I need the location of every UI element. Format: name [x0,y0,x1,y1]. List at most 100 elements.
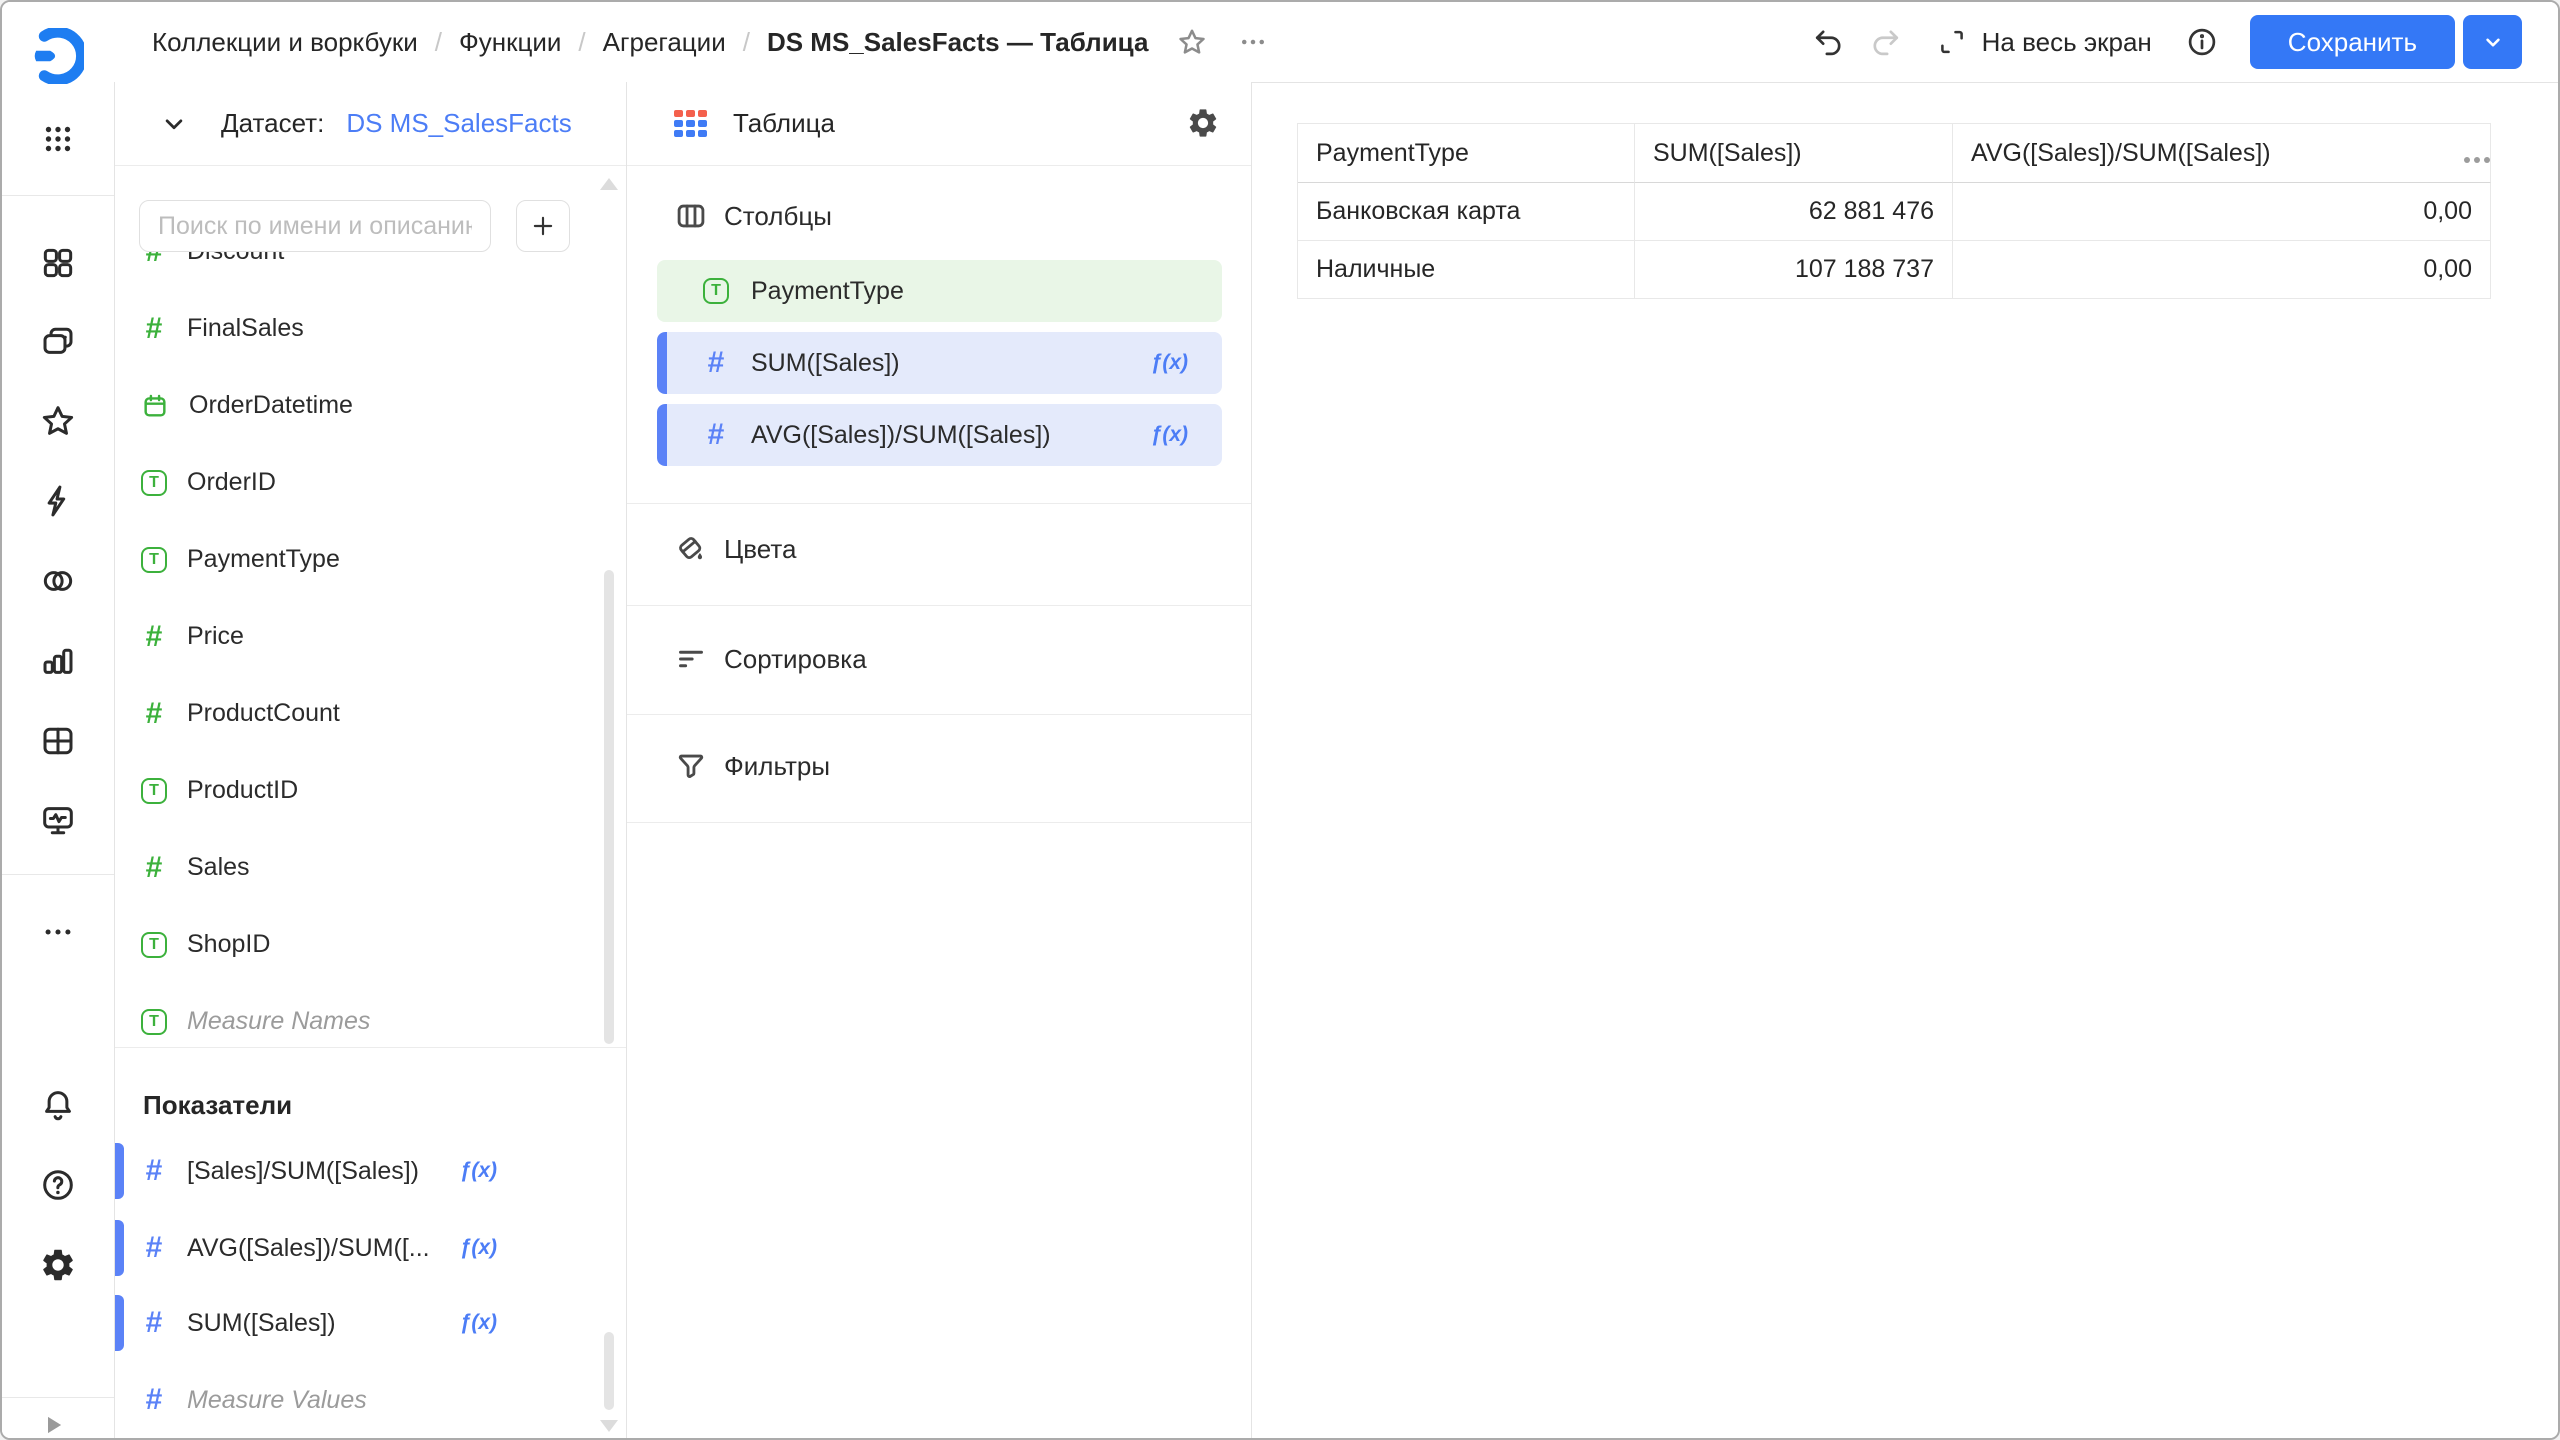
datalens-logo[interactable] [28,28,84,84]
measure-row[interactable]: # [Sales]/SUM([Sales]) ƒ(x) [115,1139,595,1203]
field-row[interactable]: T PaymentType [115,521,595,598]
formula-icon[interactable]: ƒ(x) [460,1159,497,1183]
table-cell: Наличные [1298,241,1635,299]
breadcrumb-collections[interactable]: Коллекции и воркбуки [152,27,418,58]
sort-lines-icon [674,642,708,676]
colors-section-label: Цвета [724,534,796,565]
measure-accent-bar [115,1295,124,1351]
field-row[interactable]: T OrderID [115,444,595,521]
collections-folders-icon[interactable] [37,320,79,362]
measure-row[interactable]: # AVG([Sales])/SUM([... ƒ(x) [115,1216,595,1280]
dimensions-scrollbar-thumb[interactable] [604,570,614,1044]
save-menu-chevron-down-icon[interactable] [2463,15,2522,69]
dataset-collapse-chevron-down-icon[interactable] [159,109,189,139]
number-field-icon: # [139,312,169,346]
filters-section[interactable]: Фильтры [627,738,1252,794]
column-chip-measure[interactable]: # SUM([Sales]) ƒ(x) [657,332,1222,394]
breadcrumb-functions[interactable]: Функции [459,27,561,58]
number-field-icon: # [139,252,169,269]
columns-section[interactable]: Столбцы [627,188,1252,244]
charts-bar-icon[interactable] [37,640,79,682]
field-row[interactable]: # Sales [115,829,595,906]
chart-preview-area: PaymentType SUM([Sales]) AVG([Sales])/SU… [1253,83,2558,1438]
formula-icon[interactable]: ƒ(x) [460,1311,497,1335]
visualization-settings-gear-icon[interactable] [1186,106,1220,140]
fields-scroll-down-arrow[interactable] [600,1420,618,1432]
fields-scroll-up-arrow[interactable] [600,178,618,190]
help-question-icon[interactable] [37,1164,79,1206]
visualization-type-label[interactable]: Таблица [733,108,835,139]
top-bar: Коллекции и воркбуки / Функции / Агрегац… [115,2,2558,83]
measure-row[interactable]: # Measure Values [115,1368,595,1432]
undo-icon[interactable] [1806,20,1850,64]
field-search-input[interactable] [139,200,491,252]
apps-grid-icon[interactable] [37,118,79,160]
table-cell: 0,00 [1953,241,2491,299]
dataset-name-link[interactable]: DS MS_SalesFacts [346,108,571,139]
text-field-icon: T [141,932,167,958]
measure-row[interactable]: # SUM([Sales]) ƒ(x) [115,1291,595,1355]
dataset-panel-header: Датасет: DS MS_SalesFacts [115,82,627,166]
table-cell: 62 881 476 [1635,183,1953,241]
save-button[interactable]: Сохранить [2250,15,2455,69]
text-field-icon: T [141,1009,167,1035]
field-row[interactable]: # ProductCount [115,675,595,752]
formula-icon[interactable]: ƒ(x) [1151,351,1188,375]
text-field-icon: T [141,470,167,496]
field-row[interactable]: # Price [115,598,595,675]
formula-icon[interactable]: ƒ(x) [460,1236,497,1260]
table-header-cell[interactable]: PaymentType [1298,124,1635,183]
dataset-panel: Датасет: DS MS_SalesFacts # Discount # F… [115,82,627,1438]
redo-icon[interactable] [1864,20,1908,64]
filters-section-label: Фильтры [724,751,830,782]
favorite-star-icon[interactable] [1176,26,1208,58]
field-row[interactable]: T Measure Names [115,983,595,1047]
column-chip-dimension[interactable]: T PaymentType [657,260,1222,322]
expand-sidebar-play-icon[interactable] [32,1404,74,1440]
table-header-cell[interactable]: SUM([Sales]) [1635,124,1953,183]
table-header-cell[interactable]: AVG([Sales])/SUM([Sales]) [1953,124,2491,183]
field-row[interactable]: T ProductID [115,752,595,829]
breadcrumb-aggregations[interactable]: Агрегации [603,27,726,58]
table-cell: 0,00 [1953,183,2491,241]
app-window: Коллекции и воркбуки / Функции / Агрегац… [0,0,2560,1440]
measures-scrollbar-thumb[interactable] [604,1332,614,1410]
date-field-icon [141,392,169,420]
breadcrumb-more-ellipsis-icon[interactable] [1238,27,1268,57]
field-row[interactable]: # FinalSales [115,290,595,367]
info-icon[interactable] [2180,20,2224,64]
fullscreen-expand-icon[interactable] [1930,20,1974,64]
more-ellipsis-icon[interactable] [37,911,79,953]
connections-circles-icon[interactable] [37,560,79,602]
column-chip-measure[interactable]: # AVG([Sales])/SUM([Sales]) ƒ(x) [657,404,1222,466]
number-field-icon: # [139,697,169,731]
number-field-icon: # [701,346,731,380]
filter-funnel-icon [674,749,708,783]
field-row[interactable]: # Discount [115,252,595,290]
monitoring-display-icon[interactable] [37,800,79,842]
notifications-bell-icon[interactable] [37,1084,79,1126]
visualization-header: Таблица [627,82,1252,166]
colors-section[interactable]: Цвета [627,521,1252,577]
measure-accent-bar [657,404,667,466]
table-widget-icon[interactable] [674,110,707,137]
settings-gear-icon[interactable] [37,1244,79,1286]
number-field-icon: # [139,1231,169,1265]
text-field-icon: T [703,278,729,304]
text-field-icon: T [141,547,167,573]
breadcrumb-separator: / [743,27,750,58]
table-actions-ellipsis-icon[interactable] [2464,157,2490,163]
fullscreen-button[interactable]: На весь экран [1982,27,2152,58]
sorting-section[interactable]: Сортировка [627,631,1252,687]
number-field-icon: # [139,1383,169,1417]
field-row[interactable]: OrderDatetime [115,367,595,444]
queries-lightning-icon[interactable] [37,480,79,522]
favorites-star-icon[interactable] [37,400,79,442]
field-row[interactable]: T ShopID [115,906,595,983]
tables-grid-icon[interactable] [37,720,79,762]
workbooks-squares-icon[interactable] [37,242,79,284]
breadcrumb-separator: / [578,27,585,58]
formula-icon[interactable]: ƒ(x) [1151,423,1188,447]
measure-accent-bar [115,1143,124,1199]
add-field-button[interactable] [516,200,570,252]
